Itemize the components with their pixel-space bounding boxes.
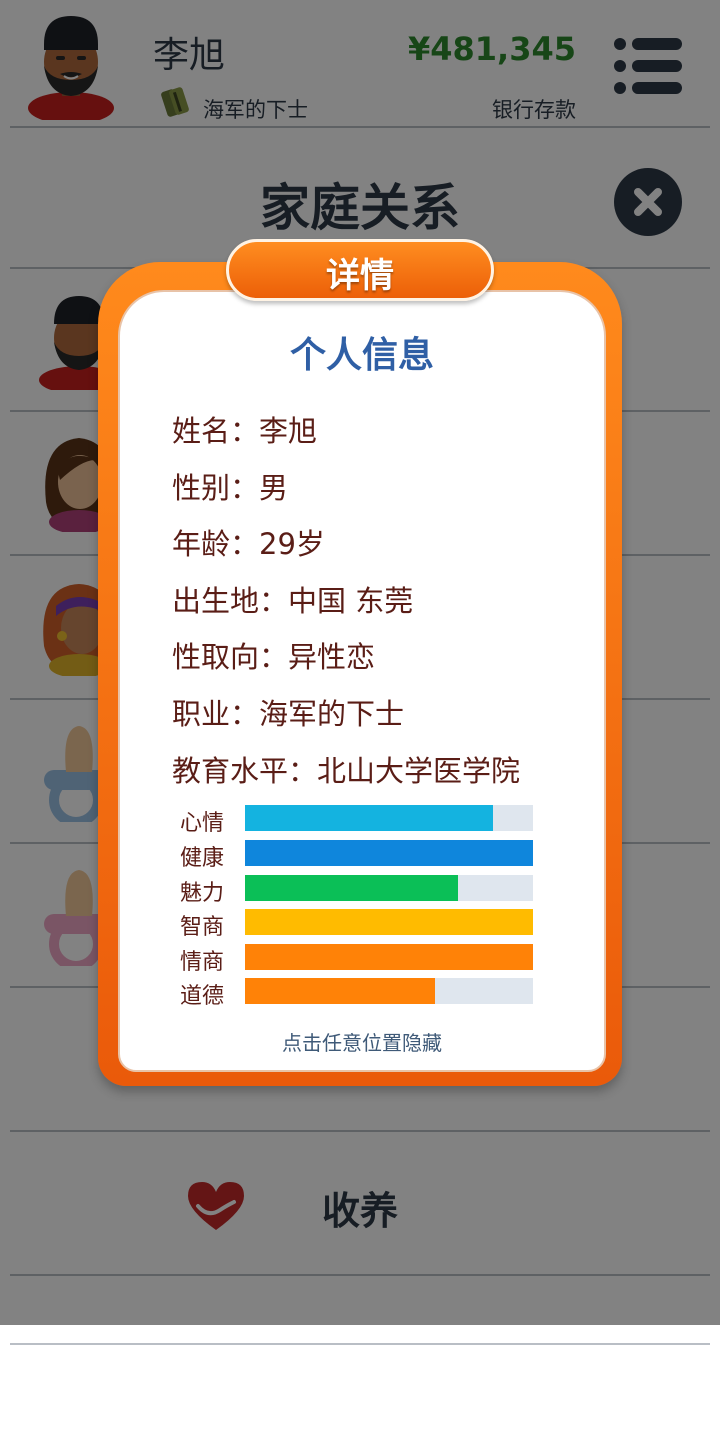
stat-bar-health [245, 840, 533, 866]
stat-label-morality: 道德 [180, 984, 225, 1009]
stat-bar-morality [245, 978, 533, 1004]
stat-bar-eq [245, 944, 533, 970]
stat-bar-iq [245, 909, 533, 935]
info-orientation: 性取向：异性恋 [172, 640, 376, 674]
stat-label-mood: 心情 [180, 811, 225, 836]
info-gender: 性别：男 [172, 471, 289, 505]
info-education: 教育水平：北山大学医学院 [172, 754, 521, 788]
stat-fill-morality [245, 978, 436, 1004]
stat-fill-health [245, 840, 533, 866]
stat-fill-charm [245, 875, 459, 901]
info-age: 年龄：29岁 [172, 527, 325, 561]
details-tab-label: 详情 [326, 256, 394, 296]
stat-fill-eq [245, 944, 533, 970]
info-name: 姓名：李旭 [172, 414, 318, 448]
info-occupation: 职业：海军的下士 [172, 697, 405, 731]
app-screen: 李旭 海军的下士 ¥481,345 银行存款 家庭关系 收养 详情 个人信息 姓… [0, 0, 720, 1325]
info-birthplace: 出生地：中国 东莞 [172, 584, 414, 618]
bottom-divider [10, 1343, 710, 1345]
stat-fill-mood [245, 805, 493, 831]
stat-bar-mood [245, 805, 533, 831]
stat-label-eq: 情商 [180, 950, 225, 975]
stat-label-health: 健康 [180, 846, 225, 871]
personal-info-title: 个人信息 [289, 335, 434, 376]
stat-bar-charm [245, 875, 533, 901]
stat-label-charm: 魅力 [180, 881, 225, 906]
tap-to-hide-hint: 点击任意位置隐藏 [282, 1031, 442, 1055]
stat-fill-iq [245, 909, 533, 935]
stat-label-iq: 智商 [180, 915, 225, 940]
